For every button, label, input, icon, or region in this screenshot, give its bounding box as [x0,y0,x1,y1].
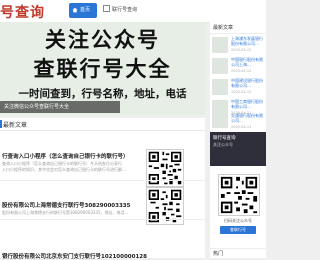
site-logo[interactable]: 号查询 [0,2,45,22]
nav-home-tab[interactable]: 首页 [69,3,97,18]
square-icon [103,5,110,12]
sidebar-promo-box[interactable]: 联行号查询 关注公众号 [210,132,266,166]
banner-headline-2: 查联行号大全 [33,57,172,81]
article-thumbnail [212,37,228,53]
sidebar-article-title[interactable]: 中国工商银行股份有限公司... [231,99,265,109]
qr-caption: 扫码关注公众号 [224,218,252,223]
sidebar-header: 最新文章 [210,22,266,34]
promo-subtitle: 关注公众号 [213,142,233,147]
hot-heading: 热门 [213,251,224,257]
sidebar-hot-section: 热门 [210,248,266,259]
carousel-dots [188,105,200,115]
sidebar-article-date: 2020-04-11 [231,125,252,129]
header-accent-bar [0,120,2,128]
list-heading: 最新文章 [3,122,28,129]
sidebar-article[interactable]: 上海浦东发展银行股份有限公司... 2020-04-12 [210,35,266,56]
qr-code-image [218,174,260,216]
right-sidebar: 最新文章 上海浦东发展银行股份有限公司... 2020-04-12 中国银行股份… [210,22,266,258]
banner-carousel[interactable]: 关注公众号 查联行号大全 一时间查到，行号名称，地址，电话 关注微信公众号查联行… [0,22,205,115]
promo-title: 联行号查询 [213,136,236,141]
banner-caption: 关注微信公众号查联行号大全 [0,101,120,113]
nav-bank-code-label: 联行号查询 [112,7,138,13]
article-excerpt: 入口小程序的知识，其中也会对怎么查询自己银行卡的联行号进行解... [2,167,126,172]
nav-home-label: 首页 [80,7,91,13]
sidebar-article-title[interactable]: 交通银行股份有限公司... [231,113,265,123]
qr-code-image [146,149,184,187]
article-title[interactable]: 银行股份有限公司北京东安门支行联行号102100000128 [2,252,147,260]
banner-subline: 一时间查到，行号名称，地址，电话 [18,88,187,100]
article-title[interactable]: 股份有限公司上海常德支行联行号308290003335 [2,201,130,209]
article-thumbnail [212,114,228,128]
sidebar-article-date: 2020-04-12 [231,90,252,94]
divider [0,180,205,181]
top-navigation-bar: 号查询 首页 联行号查询 [0,0,266,23]
article-thumbnail [212,79,228,95]
sidebar-article-title[interactable]: 中国银行股份有限公司上海... [231,57,265,67]
article-list-panel: 最新文章 行查询入口小程序（怎么查询自己银行卡的联行号） 查询入口小程序（怎么查… [0,118,205,260]
sidebar-article[interactable]: 中国银行股份有限公司上海... 2020-04-12 [210,56,266,77]
sidebar-article-date: 2020-04-12 [231,48,252,52]
banner-headline-1: 关注公众号 [45,28,160,52]
sidebar-heading: 最新文章 [213,25,234,31]
article-thumbnail [212,58,228,74]
home-icon [72,7,78,13]
qr-code-icon [219,175,259,215]
article-title[interactable]: 行查询入口小程序（怎么查询自己银行卡的联行号） [2,152,129,160]
sidebar-article-date: 2020-04-12 [231,69,252,73]
bank-code-lookup-button[interactable]: 查联行号 [220,226,256,234]
sidebar-article-title[interactable]: 中国建设银行股份有限公司... [231,78,265,88]
divider [0,219,205,220]
article-excerpt: 股份有限公司上海常德支行的联行号是308290003335，地址、电话... [2,210,129,215]
sidebar-article-title[interactable]: 上海浦东发展银行股份有限公司... [231,36,265,46]
nav-bank-code-tab[interactable]: 联行号查询 [103,3,137,18]
sidebar-article[interactable]: 中国建设银行股份有限公司... 2020-04-12 [210,77,266,98]
sidebar-article[interactable]: 交通银行股份有限公司... 2020-04-11 [210,112,266,132]
sidebar-qr-card: 扫码关注公众号 查联行号 [210,166,266,246]
list-header: 最新文章 [0,118,205,131]
